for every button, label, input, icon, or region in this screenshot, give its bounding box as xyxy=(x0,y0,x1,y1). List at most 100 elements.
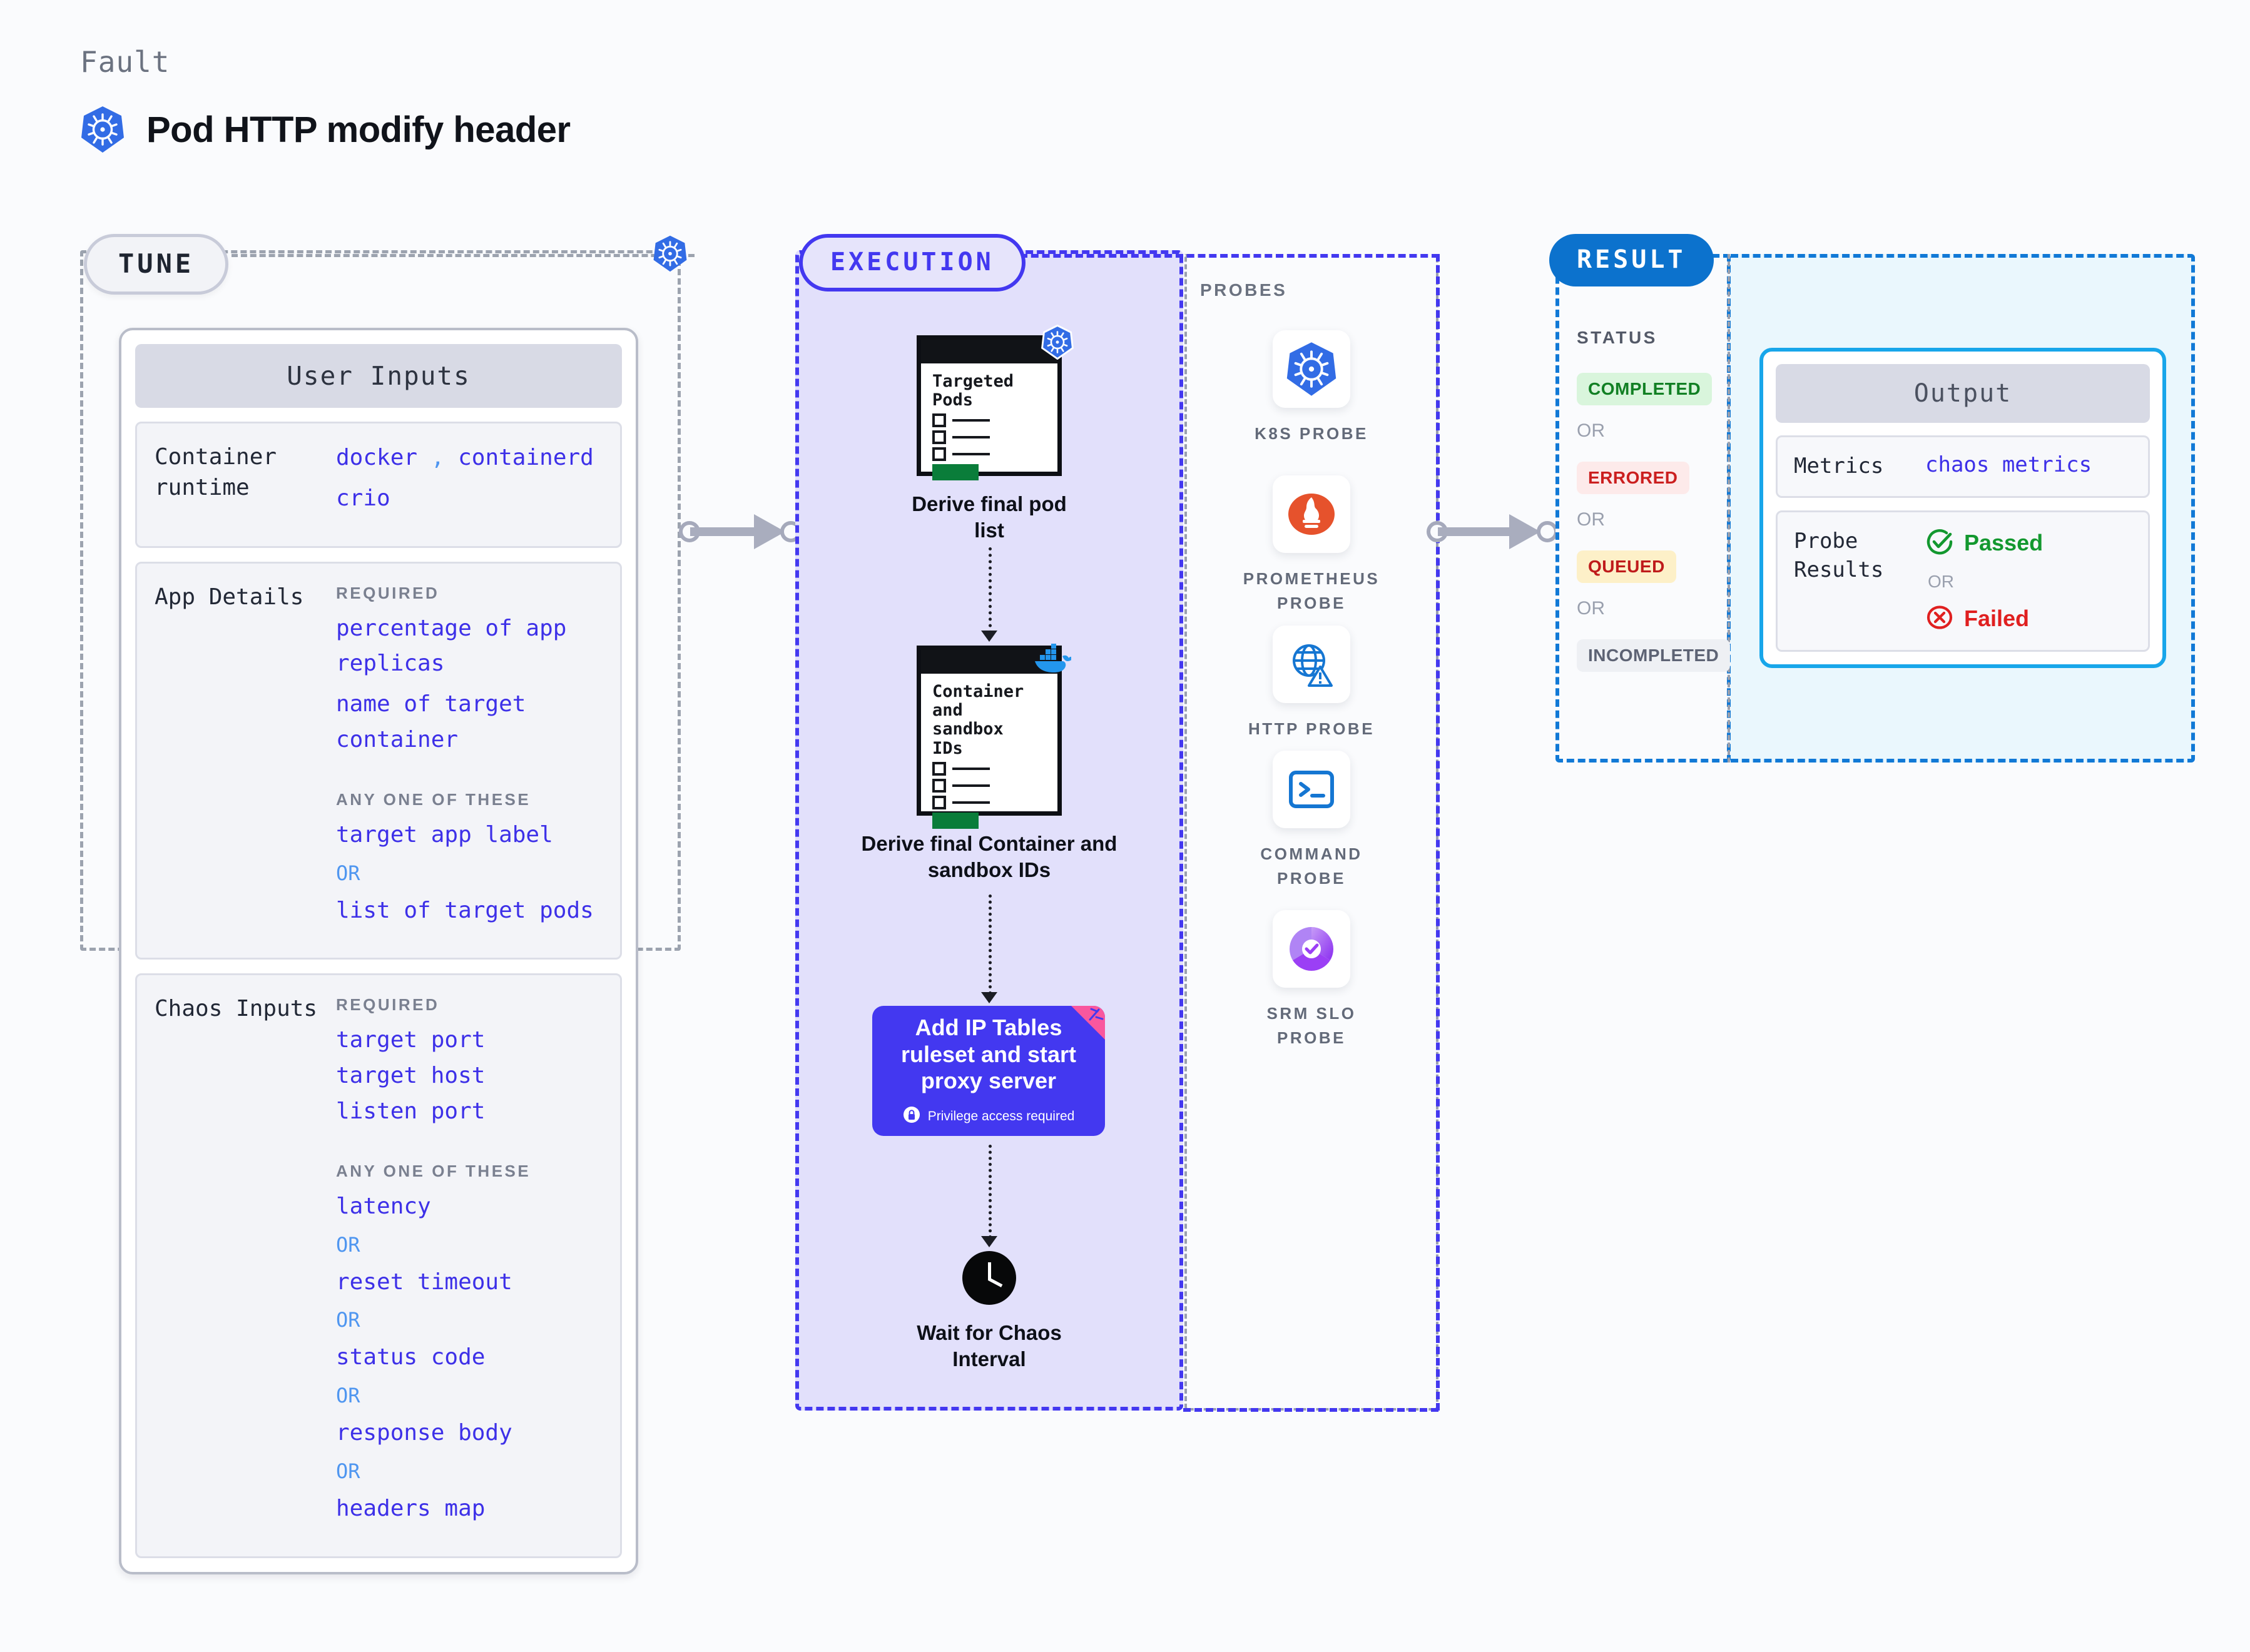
probe-label: K8S PROBE xyxy=(1255,424,1368,443)
output-card-header: Output xyxy=(1776,364,2150,423)
metrics-label: Metrics xyxy=(1794,454,1884,479)
document-title: Targeted Pods xyxy=(932,372,1014,410)
output-title: Output xyxy=(1913,379,2012,408)
kubernetes-icon xyxy=(80,105,125,154)
targeted-pods-document: Targeted Pods xyxy=(917,324,1074,481)
probe-http[interactable]: HTTP PROBE xyxy=(1184,626,1438,741)
probe-label: SRM SLO PROBE xyxy=(1266,1004,1357,1047)
section-label-container-runtime: Container runtime xyxy=(155,444,277,500)
node-caption: Wait for Chaos Interval xyxy=(917,1321,1062,1371)
value-status-code: status code xyxy=(336,1344,486,1371)
or-separator: OR xyxy=(1577,598,1605,619)
value-separator: , xyxy=(430,445,445,470)
document-checklist xyxy=(932,413,1057,462)
kubernetes-icon xyxy=(1273,330,1350,408)
x-circle-icon xyxy=(1925,603,1954,635)
privilege-text: Privilege access required xyxy=(927,1108,1075,1123)
result-chip-label: RESULT xyxy=(1577,245,1686,274)
or-separator: OR xyxy=(1577,420,1605,441)
connector-probes-to-result xyxy=(1427,514,1564,549)
flow-arrow-line xyxy=(989,1145,992,1239)
check-circle-icon xyxy=(1925,527,1954,559)
action-node-add-ip-tables[interactable]: Add IP Tables ruleset and start proxy se… xyxy=(872,1006,1105,1136)
or-separator: OR xyxy=(336,1384,360,1408)
value-listen-port: listen port xyxy=(336,1098,486,1124)
node-caption: Derive final Container and sandbox IDs xyxy=(861,832,1117,882)
tune-chip-label: TUNE xyxy=(118,248,195,279)
probe-label: PROMETHEUS PROBE xyxy=(1243,569,1380,612)
or-separator: OR xyxy=(336,861,360,885)
document-checklist xyxy=(932,761,1057,809)
execution-chip[interactable]: EXECUTION xyxy=(799,234,1026,291)
group-title-anyone: ANY ONE OF THESE xyxy=(336,1161,531,1180)
user-inputs-card-header: User Inputs xyxy=(135,344,622,408)
execution-chip-label: EXECUTION xyxy=(830,248,994,276)
document-status-bar xyxy=(932,464,979,481)
probe-label: HTTP PROBE xyxy=(1248,719,1375,738)
probes-bottom-border xyxy=(1183,1408,1438,1412)
or-separator: OR xyxy=(336,1459,360,1483)
result-chip[interactable]: RESULT xyxy=(1549,234,1714,286)
passed-text: Passed xyxy=(1964,530,2044,556)
value-reset-timeout: reset timeout xyxy=(336,1269,512,1295)
execution-node-derive-pod-list[interactable]: Targeted Pods Derive final pod list xyxy=(910,324,1074,544)
prometheus-icon xyxy=(1273,475,1350,553)
value-container: container xyxy=(336,726,459,753)
clock-icon xyxy=(962,1251,1016,1305)
probe-command[interactable]: COMMAND PROBE xyxy=(1184,751,1438,891)
status-badge-incompleted: INCOMPLETED xyxy=(1577,639,1731,672)
execution-node-derive-container-ids[interactable]: Container and sandbox IDs Derive final C… xyxy=(861,644,1117,883)
flow-arrow-line xyxy=(989,547,992,634)
connector-tune-to-execution xyxy=(679,514,804,549)
probe-k8s[interactable]: K8S PROBE xyxy=(1184,330,1438,446)
value-target-port: target port xyxy=(336,1027,486,1053)
value-target-app-label: target app label xyxy=(336,821,553,848)
user-inputs-card: User Inputs Container runtime docker , c… xyxy=(119,328,638,1574)
docker-icon xyxy=(1030,642,1073,676)
group-title-required: REQUIRED xyxy=(336,995,440,1015)
privilege-badge: Privilege access required xyxy=(903,1106,1075,1127)
kubernetes-icon xyxy=(653,235,688,276)
flow-arrow-line xyxy=(989,894,992,995)
output-row-metrics: Metrics chaos metrics xyxy=(1776,435,2150,498)
section-chaos-inputs: Chaos Inputs REQUIRED target port target… xyxy=(135,973,622,1558)
flow-arrow-head xyxy=(981,992,997,1003)
or-separator: OR xyxy=(1577,509,1605,530)
node-caption: Derive final pod list xyxy=(912,492,1067,542)
page-title-row: Pod HTTP modify header xyxy=(80,105,571,154)
page-title: Pod HTTP modify header xyxy=(146,109,571,150)
or-separator: OR xyxy=(336,1232,360,1257)
container-sandbox-ids-document: Container and sandbox IDs xyxy=(917,644,1073,829)
slo-donut-icon xyxy=(1273,910,1350,988)
action-title: Add IP Tables ruleset and start proxy se… xyxy=(900,1015,1077,1094)
connector-arrowhead xyxy=(1509,514,1540,549)
section-app-details: App Details REQUIRED percentage of app r… xyxy=(135,561,622,960)
value-list-of-target-pods: list of target pods xyxy=(336,897,594,923)
tune-chip[interactable]: TUNE xyxy=(84,234,229,295)
connector-end-ring xyxy=(1537,521,1558,542)
section-label-chaos-inputs: Chaos Inputs xyxy=(155,996,318,1022)
probe-prometheus[interactable]: PROMETHEUS PROBE xyxy=(1184,475,1438,616)
status-badge-queued: QUEUED xyxy=(1577,550,1676,583)
probe-results-label: Probe Results xyxy=(1794,528,1884,582)
probe-result-failed: Failed xyxy=(1925,603,2043,635)
user-inputs-title: User Inputs xyxy=(287,361,471,391)
value-headers-map: headers map xyxy=(336,1495,486,1521)
execution-node-wait-chaos-interval[interactable]: Wait for Chaos Interval xyxy=(911,1251,1067,1372)
failed-text: Failed xyxy=(1964,606,2030,632)
tune-top-dashed-line xyxy=(232,254,695,257)
value-percentage-of-app: percentage of app xyxy=(336,615,567,641)
runtime-values-row: docker , containerd xyxy=(336,443,603,473)
status-label: STATUS xyxy=(1577,328,1657,347)
status-badge-errored: ERRORED xyxy=(1577,462,1689,494)
result-inner-divider xyxy=(1728,254,1730,763)
probe-srm-slo[interactable]: SRM SLO PROBE xyxy=(1184,910,1438,1050)
document-header-bar xyxy=(921,340,1057,363)
kubernetes-icon xyxy=(1041,324,1074,363)
ribbon-icon xyxy=(1071,1006,1105,1040)
globe-warning-icon xyxy=(1273,626,1350,703)
value-response-body: response body xyxy=(336,1420,512,1446)
probe-result-passed: Passed xyxy=(1925,527,2043,559)
